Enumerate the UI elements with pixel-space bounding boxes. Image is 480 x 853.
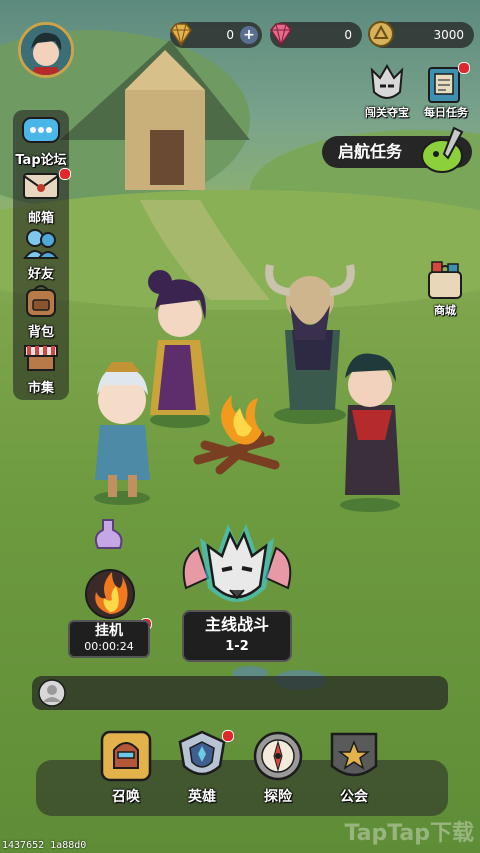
backpack-icon: [26, 285, 56, 317]
mailbox-button[interactable]: 邮箱: [13, 166, 71, 226]
wolf-mask-icon[interactable]: [178, 518, 296, 618]
summon-helmet-icon: [100, 730, 152, 782]
hero-red-ninja: [340, 353, 400, 512]
explore-button[interactable]: 探险: [246, 728, 310, 806]
idle-reward-button[interactable]: [80, 562, 140, 622]
pink-gem-icon: [270, 23, 292, 47]
user-avatar-icon: [38, 679, 66, 707]
potion-bottle: [94, 519, 123, 549]
player-avatar[interactable]: [18, 22, 74, 78]
quest-banner-label: 启航任务: [338, 142, 403, 161]
backpack-button[interactable]: 背包: [13, 280, 69, 340]
mailbox-badge: [59, 168, 71, 180]
daily-tasks-badge: [458, 62, 470, 74]
guild-label: 公会: [340, 789, 368, 805]
market-stall-icon: [24, 345, 58, 371]
watermark: TapTap下载: [344, 821, 474, 846]
chat-bubble-icon: [22, 117, 60, 143]
coin-icon: [368, 21, 394, 47]
market-label: 市集: [27, 381, 54, 396]
hero-white-hair-girl: [94, 362, 150, 505]
build-id-text: 1437652 1a88d0: [2, 840, 87, 851]
shop-button[interactable]: 商城: [420, 258, 470, 317]
coin-value: 3000: [433, 28, 464, 42]
pink-gem-counter: 0: [270, 22, 362, 48]
market-button[interactable]: 市集: [13, 336, 69, 396]
guild-star-icon: [330, 732, 378, 777]
gold-diamond-icon: [170, 23, 192, 47]
background-art: [0, 30, 480, 690]
explore-label: 探险: [264, 789, 292, 805]
stage-treasure-button[interactable]: 闯关夺宝: [362, 62, 412, 120]
heroes-button[interactable]: 英雄: [170, 728, 234, 806]
wolf-helmet-icon: [370, 64, 404, 99]
game-scene: 0 + 0 3000 Tap论坛 邮箱 好友 背包 市集 闯关夺宝 每日任务 启…: [0, 0, 480, 853]
compass-icon: [253, 731, 303, 781]
idle-label: 挂机: [95, 623, 123, 639]
main-battle-button[interactable]: 主线战斗 1-2: [182, 610, 292, 662]
summon-button[interactable]: 召唤: [94, 728, 158, 806]
heroes-badge: [222, 730, 234, 742]
daily-tasks-button[interactable]: 每日任务: [420, 62, 472, 120]
heroes-label: 英雄: [188, 789, 216, 805]
slime-sword-icon: [421, 126, 464, 173]
diamond-value: 0: [226, 28, 234, 42]
friends-icon: [23, 229, 60, 259]
diamond-counter: 0 +: [170, 22, 262, 48]
flame-icon: [85, 569, 135, 619]
main-battle-label: 主线战斗: [204, 615, 269, 634]
shop-label: 商城: [434, 304, 456, 317]
shop-bag-icon: [428, 261, 462, 299]
daily-tasks-label: 每日任务: [424, 106, 468, 119]
mail-icon: [23, 173, 59, 199]
friends-button[interactable]: 好友: [13, 222, 69, 282]
chat-bar[interactable]: [32, 676, 448, 710]
stage-treasure-label: 闯关夺宝: [365, 106, 409, 119]
guild-button[interactable]: 公会: [322, 728, 386, 806]
player-portrait-icon: [21, 25, 71, 75]
hero-horned-warrior: [265, 264, 355, 424]
idle-panel[interactable]: 挂机 00:00:24: [68, 620, 150, 658]
summon-label: 召唤: [112, 789, 140, 805]
pink-gem-value: 0: [344, 28, 352, 42]
tap-forum-button[interactable]: Tap论坛: [13, 112, 69, 172]
campfire: [193, 395, 280, 475]
idle-timer: 00:00:24: [84, 640, 134, 653]
coin-counter: 3000: [368, 21, 474, 48]
main-battle-stage: 1-2: [225, 639, 249, 654]
add-diamond-button[interactable]: +: [240, 26, 258, 44]
